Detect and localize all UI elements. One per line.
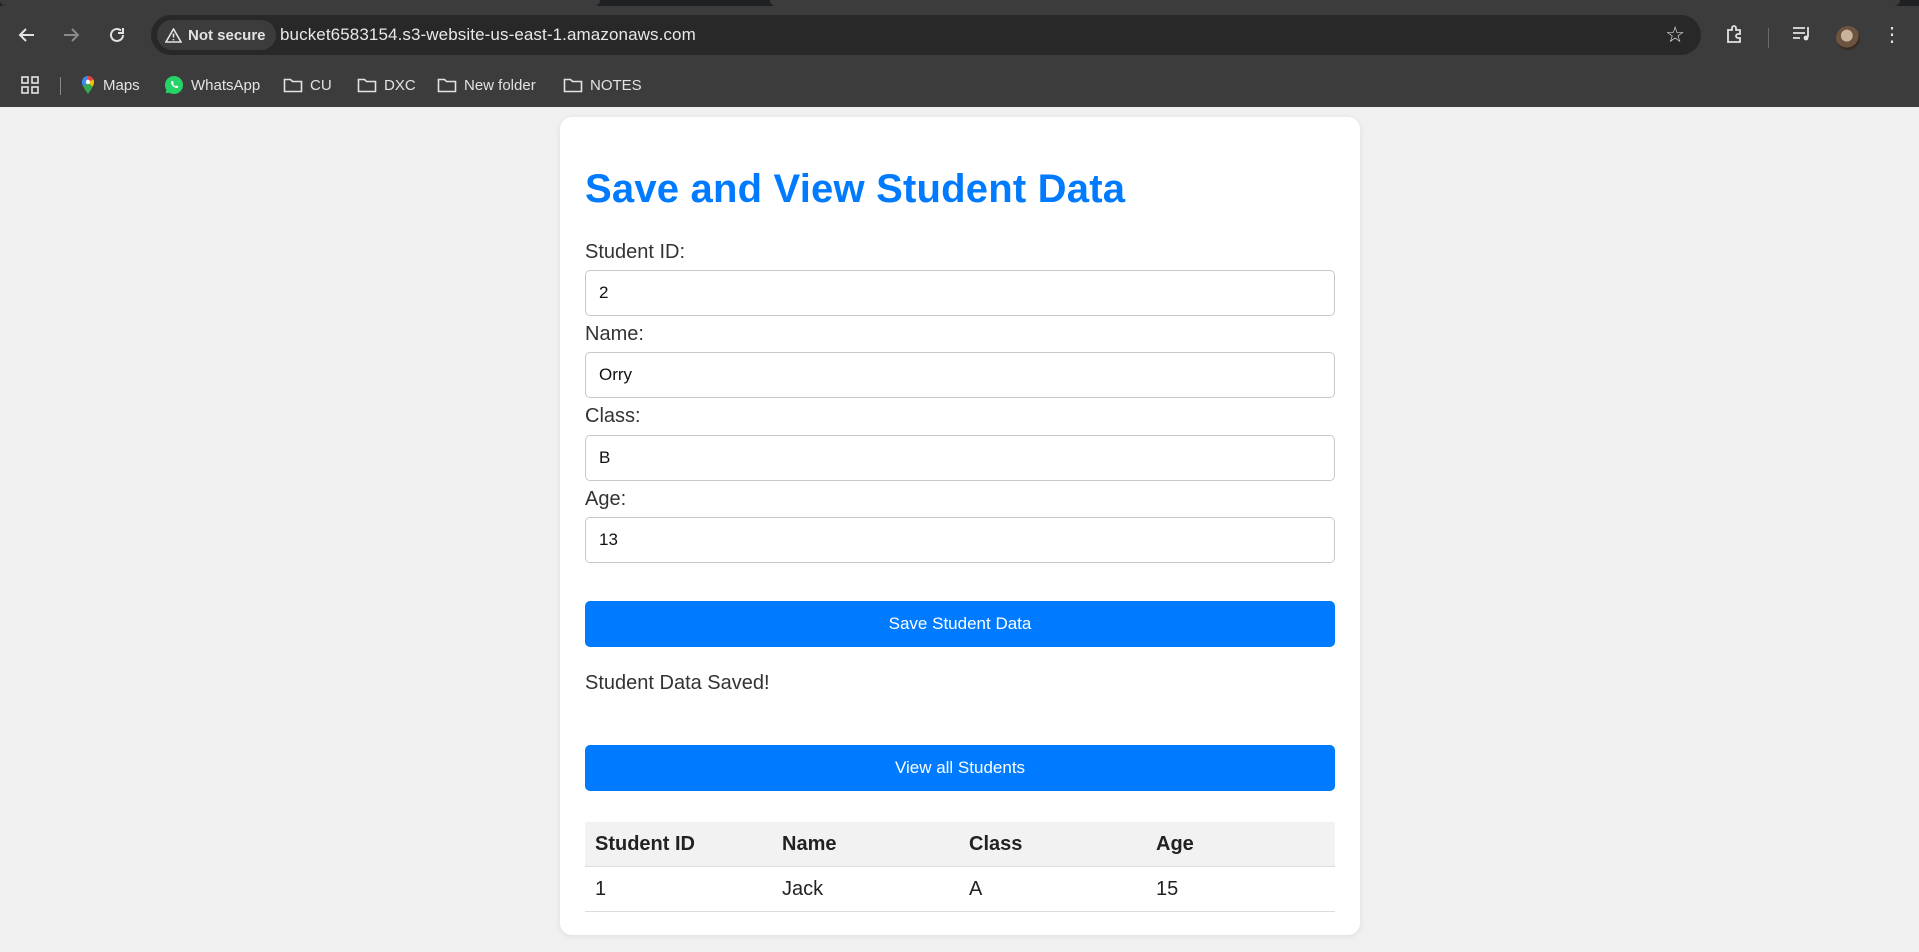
class-input[interactable] bbox=[585, 435, 1335, 481]
back-button[interactable] bbox=[12, 20, 42, 50]
maps-pin-icon bbox=[82, 76, 94, 94]
status-message: Student Data Saved! bbox=[585, 672, 770, 694]
column-header-name: Name bbox=[772, 822, 959, 867]
toolbar-divider bbox=[1768, 28, 1769, 48]
student-id-label: Student ID: bbox=[585, 241, 686, 263]
media-queue-icon[interactable] bbox=[1791, 24, 1813, 44]
cell-class: A bbox=[959, 866, 1146, 912]
student-id-input[interactable] bbox=[585, 270, 1335, 316]
bookmarks-divider bbox=[60, 77, 61, 95]
cell-student-id: 1 bbox=[585, 866, 772, 912]
bookmark-label: DXC bbox=[384, 76, 416, 94]
reload-icon bbox=[110, 27, 124, 42]
back-arrow-icon bbox=[18, 28, 34, 42]
security-chip[interactable]: Not secure bbox=[157, 20, 276, 50]
age-label: Age: bbox=[585, 488, 627, 510]
browser-chrome: Not secure bucket6583154.s3-website-us-e… bbox=[0, 0, 1919, 107]
warning-triangle-icon bbox=[165, 27, 182, 43]
bookmark-star-icon[interactable]: ☆ bbox=[1665, 23, 1685, 47]
age-input[interactable] bbox=[585, 517, 1335, 563]
name-label: Name: bbox=[585, 323, 644, 345]
column-header-class: Class bbox=[959, 822, 1146, 867]
forward-button[interactable] bbox=[56, 20, 86, 50]
bookmark-folder-notes[interactable]: NOTES bbox=[563, 72, 642, 98]
column-header-age: Age bbox=[1146, 822, 1335, 867]
url-text[interactable]: bucket6583154.s3-website-us-east-1.amazo… bbox=[280, 25, 696, 45]
class-label: Class: bbox=[585, 405, 641, 427]
bookmark-folder-cu[interactable]: CU bbox=[283, 72, 332, 98]
bookmark-whatsapp[interactable]: WhatsApp bbox=[164, 72, 260, 98]
student-card: Save and View Student Data Student ID: N… bbox=[560, 117, 1360, 935]
folder-icon bbox=[283, 78, 303, 93]
extensions-icon[interactable] bbox=[1724, 24, 1746, 46]
page-title: Save and View Student Data bbox=[585, 167, 1126, 211]
students-table: Student ID Name Class Age 1 Jack A 15 bbox=[585, 822, 1335, 912]
whatsapp-icon bbox=[165, 76, 183, 94]
column-header-student-id: Student ID bbox=[585, 822, 772, 867]
apps-grid-icon[interactable] bbox=[20, 72, 40, 98]
cell-name: Jack bbox=[772, 866, 959, 912]
table-header-row: Student ID Name Class Age bbox=[585, 822, 1335, 867]
cell-age: 15 bbox=[1146, 866, 1335, 912]
save-student-button[interactable]: Save Student Data bbox=[585, 601, 1335, 647]
folder-icon bbox=[357, 78, 377, 93]
reload-button[interactable] bbox=[102, 20, 132, 50]
profile-avatar[interactable] bbox=[1836, 26, 1860, 50]
address-bar[interactable]: Not secure bucket6583154.s3-website-us-e… bbox=[151, 15, 1701, 55]
bookmark-label: WhatsApp bbox=[191, 76, 261, 94]
bookmark-folder-dxc[interactable]: DXC bbox=[357, 72, 416, 98]
table-row: 1 Jack A 15 bbox=[585, 866, 1335, 912]
bookmark-label: Maps bbox=[103, 76, 140, 94]
folder-icon bbox=[437, 78, 457, 93]
bookmark-folder-new-folder[interactable]: New folder bbox=[437, 72, 536, 98]
security-label: Not secure bbox=[188, 26, 266, 44]
name-input[interactable] bbox=[585, 352, 1335, 398]
folder-icon bbox=[563, 78, 583, 93]
more-menu-icon[interactable]: ⋮ bbox=[1882, 22, 1902, 47]
bookmarks-bar: Maps WhatsApp CU DXC New folder NOTES bbox=[0, 64, 1919, 107]
browser-toolbar: Not secure bucket6583154.s3-website-us-e… bbox=[0, 6, 1919, 64]
forward-arrow-icon bbox=[64, 28, 80, 42]
bookmark-label: New folder bbox=[464, 76, 536, 94]
view-all-students-button[interactable]: View all Students bbox=[585, 745, 1335, 791]
bookmark-label: CU bbox=[310, 76, 332, 94]
bookmark-label: NOTES bbox=[590, 76, 642, 94]
bookmark-maps[interactable]: Maps bbox=[80, 72, 140, 98]
